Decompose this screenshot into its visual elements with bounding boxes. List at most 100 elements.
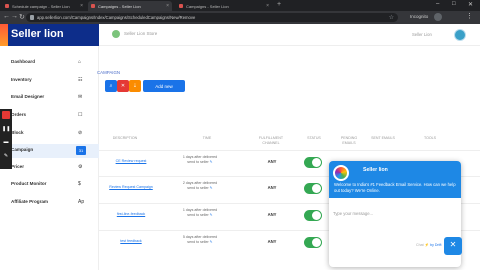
sidebar-item-label: Dashboard [11,59,35,64]
brand-accent [0,24,8,46]
edit-icon[interactable]: ✎ [210,213,213,217]
status-toggle[interactable] [304,157,322,168]
campaign-link[interactable]: first-line-feedback [105,212,157,216]
status-toggle[interactable] [304,237,322,248]
brand-name: Seller lion [11,28,64,40]
tab-bar: Schedule campaign - Seller Lion × Campai… [0,0,480,11]
window-close-icon[interactable]: ✕ [468,1,473,8]
status-toggle[interactable] [304,183,322,194]
tab-close-icon[interactable]: × [80,3,83,9]
incognito-icon[interactable] [434,13,442,21]
chat-footer-prefix: Chat [416,243,424,247]
affiliate-icon: Ap [78,199,85,205]
orders-icon: ☐ [78,112,83,118]
column-header-tools: TOOLS [423,136,437,140]
column-header-description: DESCRIPTION [112,136,138,140]
toggle-knob [312,238,321,247]
column-header-time: TIME [202,136,212,140]
sidebar-item-email-designer[interactable]: Email Designer ✉ [0,91,99,105]
dollar-icon: $ [78,181,81,187]
lock-icon [30,15,34,20]
toggle-knob [312,158,321,167]
clear-button[interactable]: ✕ [117,80,129,92]
maximize-icon[interactable]: □ [452,1,456,7]
tab-campaigns[interactable]: Campaigns - Seller Lion × [176,1,272,11]
tab-close-icon[interactable]: × [166,3,169,9]
sidebar-item-label: Affiliate Program [11,199,49,204]
sidebar-item-label: Inventory [11,77,32,82]
column-header-fulfillment: FULFILLMENT CHANNEL [258,136,284,145]
minimize-icon[interactable]: – [436,1,439,7]
time-text: send to seller [187,160,209,164]
sidebar-item-campaign[interactable]: Campaign 31 [0,144,99,158]
chat-message-input[interactable]: Type your message... [333,211,373,216]
time-text: send to seller [187,213,209,217]
record-icon[interactable] [2,111,10,119]
tab-favicon-icon [91,4,95,8]
fulfillment-value: ANY [267,159,277,164]
chat-widget: Seller lion Welcome to India's #1 Feedba… [329,161,461,267]
forward-icon[interactable]: → [11,13,18,20]
campaign-link[interactable]: test feedback [105,239,157,243]
sidebar-item-affiliate-program[interactable]: Affiliate Program Ap [0,196,99,210]
search-button[interactable]: ⌕ [105,80,117,92]
column-header-sent: SENT EMAILS [371,136,395,140]
user-name[interactable]: Seller Lion [412,32,432,37]
sidebar-item-label: Email Designer [11,94,45,99]
column-header-status: STATUS [307,136,321,140]
sidebar-item-pricer[interactable]: Pricer ⚙ [0,161,99,175]
export-button[interactable]: ⇣ [129,80,141,92]
edit-icon[interactable]: ✎ [210,240,213,244]
trash-icon[interactable]: ▬ [2,139,10,147]
pen-icon[interactable]: ✎ [2,153,10,161]
chat-close-button[interactable]: ✕ [444,237,462,255]
status-toggle[interactable] [304,210,322,221]
time-cell: 2 days after delivered send to seller ✎ [178,181,222,191]
reload-icon[interactable]: ↻ [19,13,25,21]
fulfillment-value: ANY [267,212,277,217]
browser-menu-icon[interactable]: ⋮ [466,12,473,20]
fulfillment-value: ANY [267,239,277,244]
user-avatar[interactable] [454,29,466,41]
sidebar-item-orders[interactable]: Orders ☐ [0,109,99,123]
edit-icon[interactable]: ✎ [210,186,213,190]
tab-schedule-campaign[interactable]: Schedule campaign - Seller Lion × [2,1,86,11]
sidebar-item-label: Orders [11,112,27,117]
add-new-button[interactable]: Add new [143,80,185,92]
campaign-link[interactable]: Review Request Campaign [105,185,157,189]
fulfillment-value: ANY [267,185,277,190]
bookmark-star-icon[interactable]: ☆ [389,14,394,21]
toggle-knob [312,184,321,193]
time-cell: 1 days after delivered send to seller ✎ [178,208,222,218]
column-header-pending: PENDING EMAILS [340,136,358,145]
pause-icon[interactable]: ❚❚ [2,126,10,134]
sidebar-item-product-monitor[interactable]: Product Monitor $ [0,178,99,192]
browser-chrome: Schedule campaign - Seller Lion × Campai… [0,0,480,24]
campaign-link[interactable]: CE Review request [105,159,157,163]
chat-avatar [333,165,349,181]
sidebar-item-block[interactable]: Block ⊘ [0,127,99,141]
brand-logo[interactable]: Seller lion [0,24,99,46]
tab-title: Campaigns - Seller Lion [186,4,229,9]
tab-title: Campaigns - Seller Lion [98,4,141,9]
edit-icon[interactable]: ✎ [210,160,213,164]
chat-welcome-message: Welcome to India's #1 Feedback Email Ser… [334,182,456,193]
tab-campaigns-active[interactable]: Campaigns - Seller Lion × [88,1,172,11]
app-page: Seller Lion Store Seller Lion Seller lio… [0,24,480,270]
drift-link[interactable]: by Drift [430,243,441,247]
inventory-icon: ☷ [78,77,83,83]
tab-favicon-icon [179,4,183,8]
chat-header: Seller lion Welcome to India's #1 Feedba… [329,161,461,198]
sidebar-item-label: Pricer [11,164,25,169]
pricer-icon: ⚙ [78,164,83,170]
floating-toolbar: ❚❚ ▬ ✎ [0,109,12,169]
time-cell: 5 days after delivered send to seller ✎ [178,235,222,245]
sidebar-item-dashboard[interactable]: Dashboard ⌂ [0,56,99,70]
top-header: Seller Lion Store Seller Lion [99,24,480,46]
sidebar-item-inventory[interactable]: Inventory ☷ [0,74,99,88]
mail-icon: ✉ [78,94,83,100]
url-bar[interactable]: app.sellerlion.com/Campaigns/Index/Campa… [26,13,398,22]
new-tab-button[interactable]: + [277,1,281,8]
back-icon[interactable]: ← [3,13,10,20]
tab-close-icon[interactable]: × [266,3,269,9]
